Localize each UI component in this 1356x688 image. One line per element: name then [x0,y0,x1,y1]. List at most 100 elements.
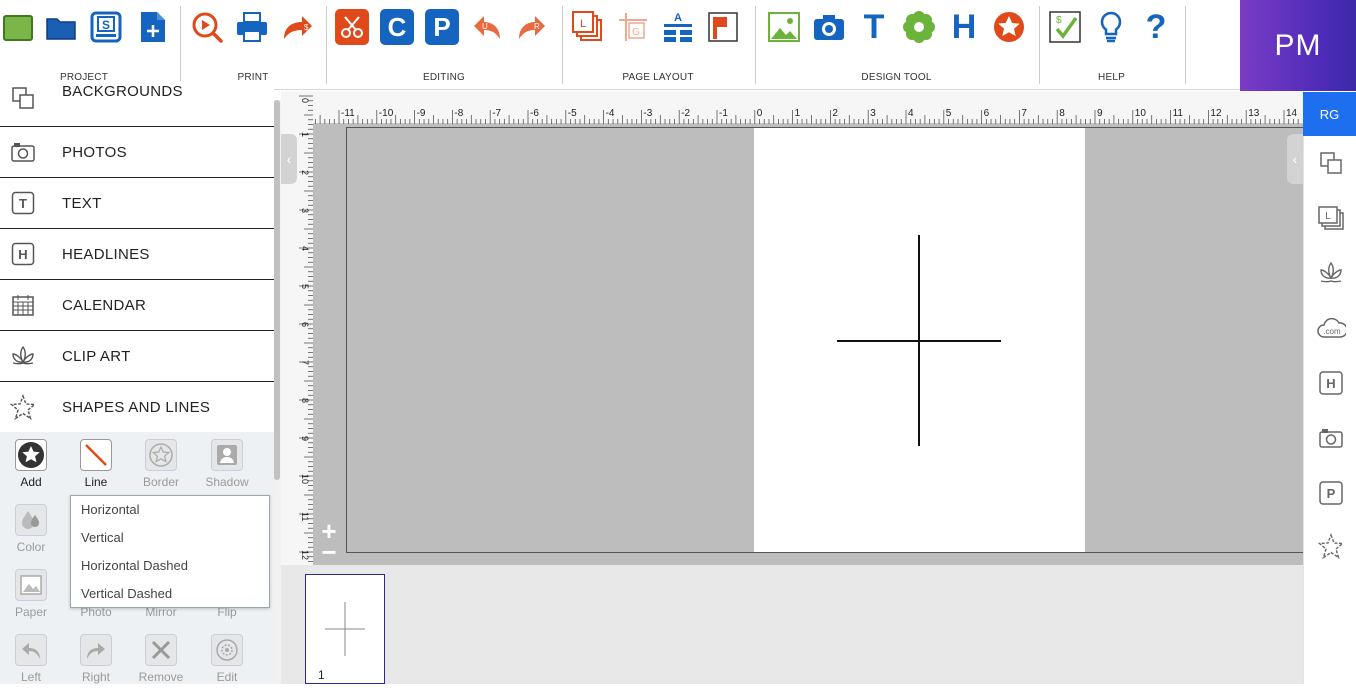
line-tool[interactable]: Line [66,439,126,489]
redo-icon[interactable]: R [515,9,549,45]
page-background-icon[interactable] [706,9,740,45]
undo-icon[interactable]: U [470,9,504,45]
shapes-star-icon [10,394,36,420]
ruler-label: -2 [681,108,690,119]
web-cloud-icon[interactable]: .com [1316,313,1346,343]
new-page-icon[interactable] [135,9,169,45]
ruler-label: 7 [300,360,310,365]
clip-art-flower-icon[interactable] [902,9,936,45]
border-icon [145,439,177,471]
ruler-label: -3 [643,108,652,119]
backgrounds-icon[interactable] [1316,148,1346,178]
ruler-label: 2 [300,170,310,175]
menu-text[interactable]: T TEXT [0,178,274,229]
paste-icon[interactable]: P [425,9,459,45]
headlines-icon[interactable]: H [1316,368,1346,398]
cut-icon[interactable] [335,9,369,45]
menu-backgrounds[interactable]: BACKGROUNDS [0,81,274,127]
add-headline-icon[interactable]: H [947,8,981,46]
line-type-dropdown: Horizontal Vertical Horizontal Dashed Ve… [70,495,270,608]
ruler-label: 8 [1059,108,1065,119]
guides-icon[interactable]: G [616,9,650,45]
tips-lightbulb-icon[interactable] [1094,9,1128,45]
cross-lines-shape[interactable] [754,128,1085,552]
ruler-label: 4 [300,246,310,251]
left-panel-scroll-thumb[interactable] [274,100,280,480]
layers-icon[interactable]: L [571,9,605,45]
menu-photos[interactable]: PHOTOS [0,127,274,178]
ruler-label: -10 [379,108,394,119]
save-project-icon[interactable]: S [89,9,123,45]
right-label: Right [81,670,110,684]
new-project-icon[interactable] [1,9,35,45]
rotate-left-icon [15,634,47,666]
ruler-label: -5 [568,108,577,119]
open-folder-icon[interactable] [44,9,78,45]
ruler-label: 6 [300,322,310,327]
add-text-icon[interactable]: T [857,8,891,46]
rotate-right-tool[interactable]: Right [66,634,126,684]
spell-check-icon[interactable]: $ [1048,9,1082,45]
zoom-out-button[interactable]: − [319,539,339,565]
edit-tool[interactable]: Edit [197,634,257,684]
group-label-help: HELP [1098,72,1125,83]
paste-icon[interactable]: P [1316,478,1346,508]
paper-icon [15,569,47,601]
collapse-right-panel-icon[interactable]: ‹ [1287,134,1303,184]
menu-shapes-and-lines[interactable]: SHAPES AND LINES [0,382,274,433]
ruler-label: 5 [300,284,310,289]
print-preview-icon[interactable] [190,9,224,45]
add-shape-tool[interactable]: Add [1,439,61,489]
paper-tool[interactable]: Paper [1,569,61,619]
help-icon[interactable]: ? [1139,8,1173,46]
ruler-label: 8 [300,398,310,403]
ruler-label: 2 [832,108,838,119]
shadow-label: Shadow [205,475,249,489]
ruler-label: 11 [300,512,310,521]
dropdown-option-vertical-dashed[interactable]: Vertical Dashed [71,580,269,608]
thumbnail-cross-preview [325,602,365,656]
add-shape-icon[interactable] [992,9,1026,45]
color-tool[interactable]: Color [1,504,61,554]
share-icon[interactable]: $ [280,9,314,45]
rotate-left-tool[interactable]: Left [1,634,61,684]
svg-text:U: U [482,22,488,31]
shadow-tool[interactable]: Shadow [197,439,257,489]
ruler-label: 12 [1210,108,1222,119]
ruler-label: 0 [757,108,763,119]
remove-tool[interactable]: Remove [131,634,191,684]
rg-button[interactable]: RG [1303,92,1356,136]
ruler-label: -7 [492,108,501,119]
menu-clip-art[interactable]: CLIP ART [0,331,274,382]
group-label-page-layout: PAGE LAYOUT [622,72,694,83]
edit-gear-icon [211,634,243,666]
border-tool[interactable]: Border [131,439,191,489]
ruler-label: 9 [1097,108,1103,119]
com-label: .com [1323,327,1341,336]
dropdown-option-horizontal[interactable]: Horizontal [71,496,269,524]
menu-shapes-and-lines-label: SHAPES AND LINES [62,398,211,416]
camera-icon[interactable] [812,9,846,45]
ruler-label: 10 [300,474,310,484]
photos-camera-icon[interactable] [1316,423,1346,453]
user-avatar[interactable]: PM [1240,0,1356,91]
shapes-star-icon[interactable] [1316,532,1346,562]
background-image-icon[interactable] [767,9,801,45]
page-thumbnail[interactable]: 1 [305,574,385,684]
copy-icon[interactable]: C [380,9,414,45]
left-label: Left [20,670,41,684]
print-icon[interactable] [235,9,269,45]
menu-calendar[interactable]: CALENDAR [0,280,274,331]
align-icon[interactable]: A [661,9,695,45]
add-star-icon [15,439,47,471]
layers-icon[interactable]: L [1316,203,1346,233]
line-icon [80,439,112,471]
dropdown-option-horizontal-dashed[interactable]: Horizontal Dashed [71,552,269,580]
menu-headlines[interactable]: H HEADLINES [0,229,274,280]
dropdown-option-vertical[interactable]: Vertical [71,524,269,552]
add-label: Add [20,475,42,489]
collapse-left-panel-icon[interactable]: ‹ [281,134,297,184]
design-page[interactable] [754,128,1085,552]
clip-art-lotus-icon[interactable] [1316,258,1346,288]
headlines-icon: H [10,241,36,267]
